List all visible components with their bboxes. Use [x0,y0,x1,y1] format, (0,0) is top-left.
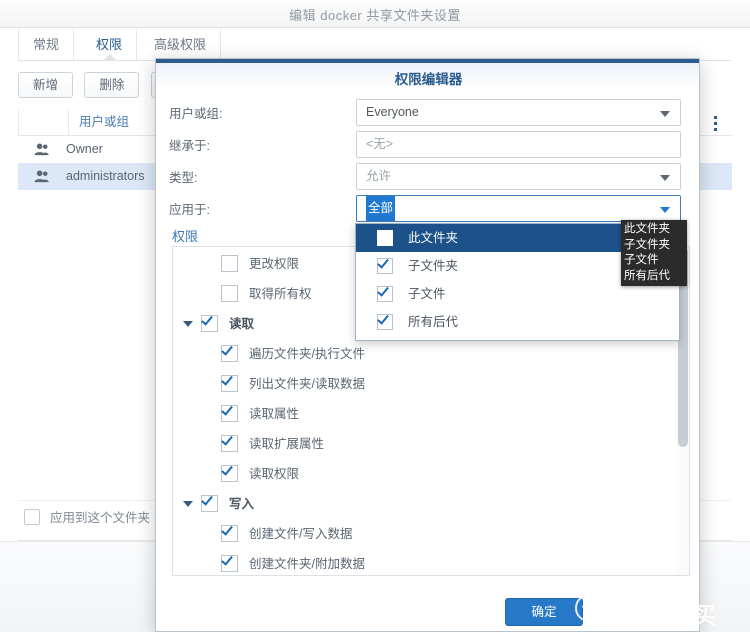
permission-checkbox-read-permissions[interactable] [221,463,238,482]
inherited-from-value: <无> [366,137,394,151]
grid-col-icon [18,110,68,135]
permission-checkbox-list-folder[interactable] [221,373,238,392]
dropdown-option-all-descendants[interactable]: 所有后代 [356,308,679,336]
permission-checkbox-traverse-folder[interactable] [221,343,238,362]
user-or-group-value: Everyone [366,105,419,119]
permission-label: 更改权限 [249,257,300,271]
dropdown-option-checkbox[interactable] [377,228,393,246]
chevron-down-icon[interactable] [660,207,670,213]
inherited-from-input: <无> [356,131,681,158]
apply-to-folder-checkbox[interactable] [24,509,40,525]
permission-label: 创建文件/写入数据 [249,527,353,541]
permission-label: 写入 [229,497,255,511]
row-name-owner: Owner [66,142,103,156]
chevron-down-icon[interactable] [183,501,193,507]
confirm-button[interactable]: 确定 [505,598,583,626]
dialog-title: 权限编辑器 [394,72,463,87]
permission-row[interactable]: 读取扩展属性 [173,429,689,459]
type-select[interactable]: 允许 [356,163,681,190]
permission-row[interactable]: 创建文件/写入数据 [173,519,689,549]
apply-to-tooltip: 此文件夹 子文件夹 子文件 所有后代 [621,220,687,286]
tooltip-line: 此文件夹 [624,223,670,235]
user-or-group-select[interactable]: Everyone [356,99,681,126]
field-label-apply-to: 应用于: [169,203,210,217]
chevron-down-icon[interactable] [183,321,193,327]
dropdown-option-label: 此文件夹 [408,231,459,245]
active-tab-caret [103,54,117,61]
chevron-down-icon[interactable] [660,111,670,117]
permission-checkbox-change-permissions[interactable] [221,255,238,272]
permission-label: 创建文件夹/附加数据 [249,557,365,571]
dropdown-option-label: 子文件 [408,287,446,301]
permission-label: 读取属性 [249,407,300,421]
dropdown-option-checkbox[interactable] [377,284,393,302]
field-label-user-or-group: 用户或组: [169,107,223,121]
user-group-icon [34,143,49,156]
permissions-section-title: 权限 [172,229,199,244]
permission-label: 遍历文件夹/执行文件 [249,347,365,361]
add-button[interactable]: 新增 [18,72,74,98]
kebab-menu-icon[interactable] [714,116,718,134]
permission-checkbox-read-attributes[interactable] [221,403,238,422]
field-label-type: 类型: [169,171,198,185]
user-group-icon [34,170,49,183]
window-title: 编辑 docker 共享文件夹设置 [289,8,461,23]
dropdown-option-checkbox[interactable] [377,256,393,274]
permission-checkbox-take-ownership[interactable] [221,285,238,302]
permission-group-row[interactable]: 写入 [173,489,689,519]
dropdown-option-label: 子文件夹 [408,259,459,273]
chevron-down-icon[interactable] [660,175,670,181]
delete-button[interactable]: 删除 [84,72,140,98]
permission-label: 列出文件夹/读取数据 [249,377,365,391]
dropdown-option-checkbox[interactable] [377,312,393,330]
permission-label: 读取扩展属性 [249,437,325,451]
permission-row[interactable]: 列出文件夹/读取数据 [173,369,689,399]
permission-checkbox-create-files[interactable] [221,523,238,542]
field-inherited-from: 继承于: <无> [156,131,699,163]
permission-label: 读取权限 [249,467,300,481]
apply-to-select[interactable]: 全部 [356,195,681,222]
field-user-or-group: 用户或组: Everyone [156,99,699,131]
permission-checkbox-write[interactable] [201,493,218,512]
field-label-inherited-from: 继承于: [169,139,210,153]
permission-label: 取得所有权 [249,287,312,301]
dropdown-option-label: 所有后代 [408,315,459,329]
permission-checkbox-create-folders[interactable] [221,553,238,572]
row-name-administrators: administrators [66,169,145,183]
tab-general[interactable]: 常规 [18,29,75,61]
apply-to-folder-label: 应用到这个文件夹 [50,511,151,525]
permission-row[interactable]: 读取权限 [173,459,689,489]
apply-to-value: 全部 [366,196,396,221]
tab-advanced-permissions[interactable]: 高级权限 [140,29,222,61]
permission-checkbox-read-extended-attributes[interactable] [221,433,238,452]
permission-label: 读取 [229,317,255,331]
type-value: 允许 [366,169,392,183]
tooltip-line: 子文件夹 [624,238,670,251]
tooltip-line: 所有后代 [624,269,670,282]
permission-row[interactable]: 创建文件夹/附加数据 [173,549,689,575]
permission-row[interactable]: 遍历文件夹/执行文件 [173,339,689,369]
tooltip-line: 子文件 [624,254,659,266]
permission-checkbox-read[interactable] [201,313,218,332]
field-type: 类型: 允许 [156,163,699,195]
permission-row[interactable]: 读取属性 [173,399,689,429]
